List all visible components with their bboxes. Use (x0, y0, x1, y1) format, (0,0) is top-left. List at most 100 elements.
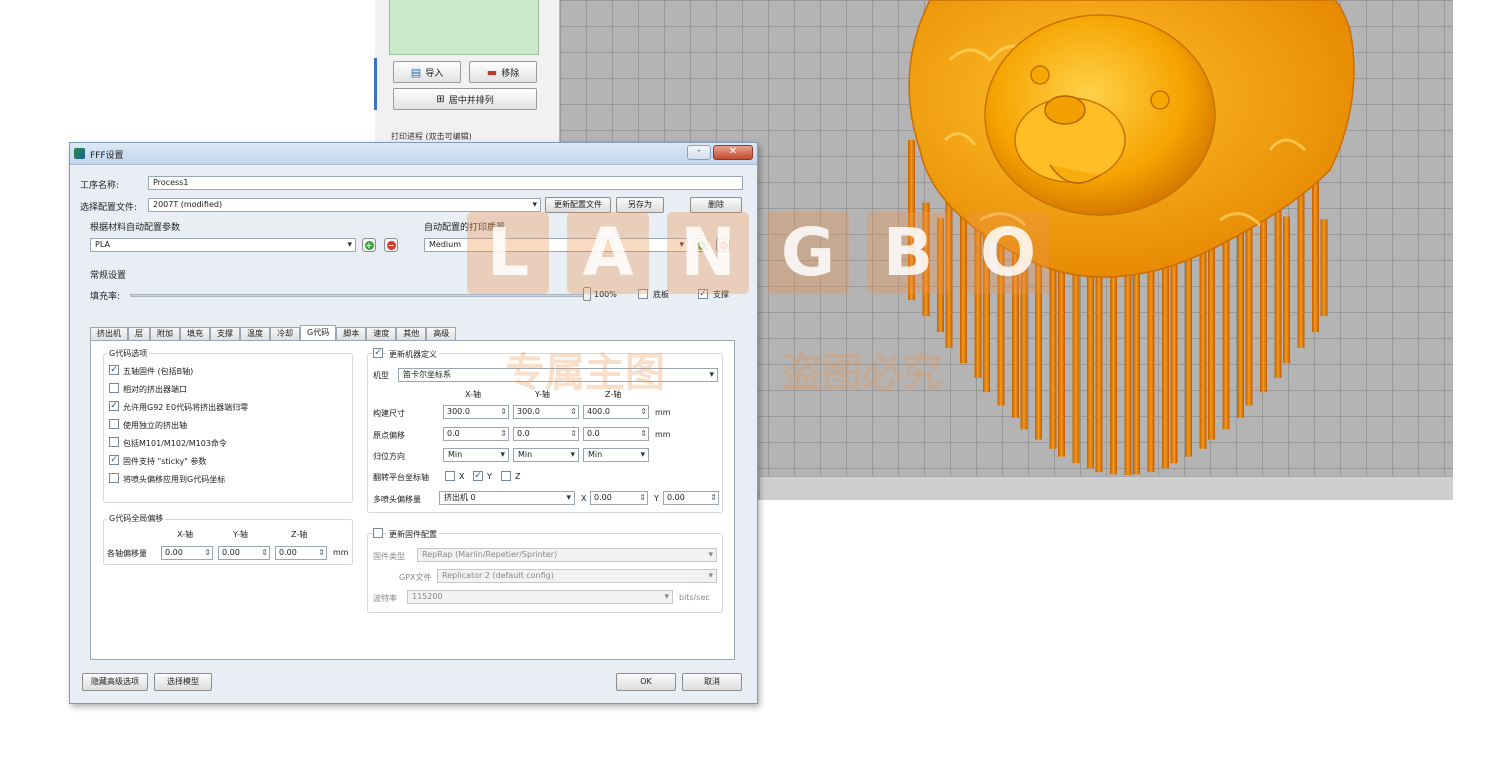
nozzle-offset-label: 多喷头偏移量 (373, 495, 421, 504)
tab-2[interactable]: 附加 (150, 327, 180, 341)
gpx-select[interactable]: Replicator 2 (default config) (437, 569, 717, 583)
profile-select[interactable]: 2007T (modified) (148, 198, 541, 212)
support-pillar (1283, 216, 1290, 364)
remove-material-button[interactable]: − (384, 238, 398, 252)
center-label: 居中并排列 (448, 95, 494, 106)
infill-slider[interactable] (130, 294, 590, 297)
center-and-arrange-button[interactable]: ⊞ 居中并排列 (393, 88, 537, 110)
object-list-area[interactable] (389, 0, 539, 55)
gcode-option-label: 相对的挤出器端口 (123, 385, 187, 394)
offset-row-label: 各轴偏移量 (107, 549, 147, 558)
gcode-option-checkbox[interactable]: ✓ (109, 401, 119, 411)
tab-10[interactable]: 其他 (396, 327, 427, 341)
gcode-option-label: 固件支持 "sticky" 参数 (123, 457, 207, 466)
watermark-letter: N (667, 212, 749, 294)
watermark-letter: L (467, 212, 549, 294)
origin-z-input[interactable]: 0.0 (583, 427, 649, 441)
select-model-button[interactable]: 选择模型 (154, 673, 212, 691)
gcode-option-checkbox[interactable]: ✓ (109, 365, 119, 375)
gcode-option-checkbox[interactable]: ✓ (109, 455, 119, 465)
tab-6[interactable]: 冷却 (270, 327, 300, 341)
tab-11[interactable]: 高级 (426, 327, 457, 341)
baud-label: 波特率 (373, 594, 397, 603)
override-firmware-label: 更新固件配置 (387, 529, 439, 540)
tab-7[interactable]: G代码 (300, 325, 337, 341)
update-profile-button[interactable]: 更新配置文件 (545, 197, 611, 213)
build-x-input[interactable]: 300.0 (443, 405, 509, 419)
cancel-button[interactable]: 取消 (682, 673, 742, 691)
offset-z-input[interactable]: 0.00 (275, 546, 327, 560)
home-z-select[interactable]: Min (583, 448, 649, 462)
support-pillar (1237, 218, 1244, 418)
gcode-option-checkbox[interactable] (109, 383, 119, 393)
home-direction-label: 归位方向 (373, 452, 405, 461)
flip-axis-checkbox[interactable] (501, 471, 511, 481)
gcode-option-label: 将喷头偏移应用到G代码坐标 (123, 475, 226, 484)
hide-advanced-button[interactable]: 隐藏高级选项 (82, 673, 148, 691)
minimize-button[interactable]: - (687, 145, 711, 160)
tab-0[interactable]: 挤出机 (90, 327, 128, 341)
tab-9[interactable]: 速度 (366, 327, 397, 341)
save-as-button[interactable]: 另存为 (616, 197, 664, 213)
watermark-letter: O (967, 212, 1049, 294)
offset-y-input[interactable]: 0.00 (218, 546, 270, 560)
home-y-select[interactable]: Min (513, 448, 579, 462)
material-label: 根据材料自动配置参数 (90, 223, 181, 233)
override-machine-checkbox[interactable]: ✓ (373, 348, 383, 358)
origin-offset-label: 原点偏移 (373, 431, 405, 440)
close-button[interactable]: ✕ (713, 145, 753, 160)
tab-3[interactable]: 填充 (180, 327, 210, 341)
build-z-input[interactable]: 400.0 (583, 405, 649, 419)
process-name-label: 工序名称: (80, 181, 120, 191)
gcode-option-checkbox[interactable] (109, 473, 119, 483)
firmware-type-select[interactable]: RepRap (Marlin/Repetier/Sprinter) (417, 548, 717, 562)
import-button[interactable]: ▤ 导入 (393, 61, 461, 83)
remove-button[interactable]: ▬ 移除 (469, 61, 537, 83)
gcode-option-label: 包括M101/M102/M103命令 (123, 439, 227, 448)
ok-button[interactable]: OK (616, 673, 676, 691)
material-select[interactable]: PLA (90, 238, 356, 252)
origin-x-input[interactable]: 0.0 (443, 427, 509, 441)
offset-x-input[interactable]: 0.00 (161, 546, 213, 560)
nozzle-offset-x-input[interactable]: 0.00 (590, 491, 648, 505)
tab-8[interactable]: 脚本 (336, 327, 367, 341)
add-icon: + (364, 240, 374, 250)
baud-select[interactable]: 115200 (407, 590, 673, 604)
infill-label: 填充率: (90, 292, 121, 302)
override-firmware-checkbox[interactable] (373, 528, 383, 538)
flip-axis-checkbox[interactable] (445, 471, 455, 481)
nozzle-offset-y-input[interactable]: 0.00 (663, 491, 719, 505)
support-pillar (1274, 205, 1282, 379)
tab-4[interactable]: 支撑 (210, 327, 240, 341)
build-y-input[interactable]: 300.0 (513, 405, 579, 419)
tab-5[interactable]: 温度 (240, 327, 270, 341)
offset-unit: mm (333, 548, 349, 557)
gcode-option-checkbox[interactable] (109, 419, 119, 429)
build-unit: mm (655, 408, 671, 417)
general-settings-label: 常规设置 (90, 271, 127, 281)
add-material-button[interactable]: + (362, 238, 376, 252)
import-icon: ▤ (410, 65, 422, 79)
flip-axis-checkbox[interactable]: ✓ (473, 471, 483, 481)
offset-axis-y: Y-轴 (233, 530, 248, 539)
baud-unit: bits/sec (679, 593, 710, 602)
nozzle-select[interactable]: 挤出机 0 (439, 491, 575, 505)
print-progress-label: 打印进程 (双击可编辑) (391, 132, 472, 141)
3d-model-lion-with-supports[interactable] (890, 0, 1380, 480)
offset-axis-x: X-轴 (177, 530, 193, 539)
watermark-letter: A (567, 212, 649, 294)
home-x-select[interactable]: Min (443, 448, 509, 462)
origin-y-input[interactable]: 0.0 (513, 427, 579, 441)
process-name-input[interactable]: Process1 (148, 176, 743, 190)
gcode-option-label: 允许用G92 E0代码将挤出器端归零 (123, 403, 249, 412)
delete-profile-button[interactable]: 删除 (690, 197, 742, 213)
gcode-option-checkbox[interactable] (109, 437, 119, 447)
support-pillar (1320, 219, 1328, 317)
arrange-icon: ⊞ (436, 93, 445, 105)
dialog-titlebar[interactable]: FFF设置 - ✕ (70, 143, 757, 165)
nose (1044, 95, 1086, 125)
override-machine-label: 更新机器定义 (387, 349, 439, 360)
gcode-offset-title: G代码全局偏移 (107, 513, 166, 524)
gcode-options-title: G代码选项 (107, 348, 150, 359)
tab-1[interactable]: 层 (128, 327, 150, 341)
